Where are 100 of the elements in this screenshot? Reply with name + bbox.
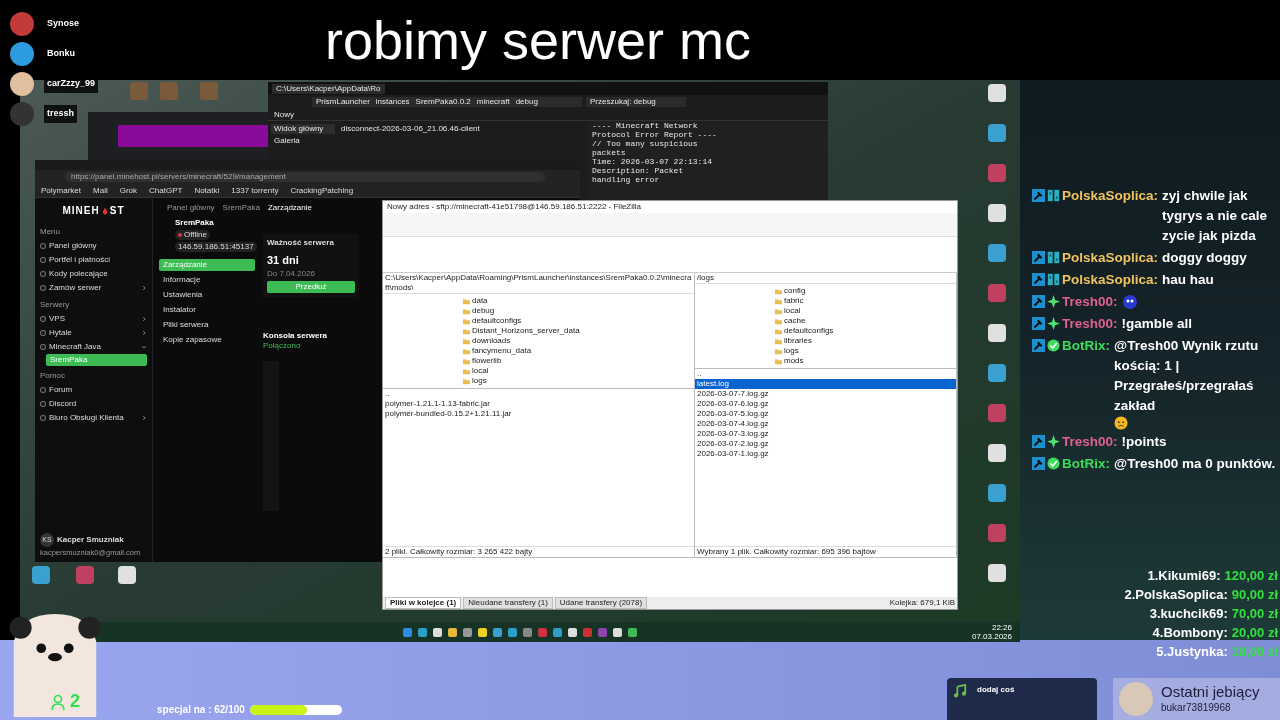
file-row[interactable]: polymer-bundled-0.15.2+1.21.11.jar (383, 409, 694, 419)
donor-name: 1.Kikumi69: (1147, 567, 1221, 585)
tree-item[interactable]: local (463, 366, 694, 376)
path-field[interactable]: /logs (695, 273, 956, 284)
tree-item[interactable]: defaultconfigs (775, 326, 956, 336)
app-icon (988, 404, 1006, 422)
file-row[interactable]: polymer-1.21.1-1.13-fabric.jar (383, 399, 694, 409)
nav-item[interactable]: Widok główny (271, 124, 335, 134)
chat-username: BotRix: (1062, 455, 1110, 473)
file-row[interactable]: 2026-03-07-6.log.gz (695, 399, 956, 409)
days-left: 31 dni (267, 254, 300, 267)
app-icon (160, 82, 178, 100)
tree-item[interactable]: data (463, 296, 694, 306)
sidebar-item[interactable]: Zamów serwer (40, 281, 147, 295)
card-title: Ważność serwera (267, 238, 335, 248)
expiry-date: Do 7.04.2026 (267, 269, 317, 279)
breadcrumb-item[interactable]: Panel główny (167, 203, 215, 213)
breadcrumb-item[interactable]: instances (375, 97, 410, 107)
server-nav-item[interactable]: Ustawienia (159, 289, 255, 301)
app-icon (988, 324, 1006, 342)
bookmark[interactable]: Grok (119, 185, 138, 196)
path-field[interactable]: C:\Users\Kacper\AppData\Roaming\PrismLauncher\instances\SremPaka0.0.2\minecraft\mods\ (383, 273, 694, 294)
bookmark[interactable]: CrackingPatching (290, 185, 354, 196)
file-row[interactable]: 2026-03-07-4.log.gz (695, 419, 956, 429)
sidebar-item[interactable]: Discord (40, 397, 147, 411)
nav-item[interactable]: Galeria (271, 136, 335, 146)
sidebar-item[interactable]: VPS (40, 312, 147, 326)
search-field[interactable]: Przeszukaj: debug (586, 97, 686, 107)
tree-item[interactable]: logs (463, 376, 694, 386)
status-text: Wybrany 1 plik. Całkowity rozmiar: 695 396 bajtów (695, 546, 956, 557)
bookmark[interactable]: Notatki (194, 185, 220, 196)
tree-item[interactable]: flowerlib (463, 356, 694, 366)
sidebar-item[interactable]: Minecraft Java (40, 340, 147, 354)
tree-item[interactable]: mods (775, 356, 956, 366)
user-name: Kacper Smuzniak (57, 535, 124, 545)
tree-item[interactable]: config (775, 286, 956, 296)
tree-item[interactable]: Distant_Horizons_server_data (463, 326, 694, 336)
breadcrumb-item[interactable]: SremPaka0.0.2 (415, 97, 471, 107)
donation-amount: 120,00 zł (1224, 567, 1278, 585)
breadcrumb-item[interactable]: minecraft (476, 97, 510, 107)
bookmark[interactable]: Polymarket (41, 185, 81, 196)
tree-item[interactable]: downloads (463, 336, 694, 346)
file-row[interactable]: 2026-03-07-7.log.gz (695, 389, 956, 399)
breadcrumb-item[interactable]: SremPaka (222, 203, 260, 213)
bookmark[interactable]: 1337 torrenty (231, 185, 279, 196)
tree-item[interactable]: debug (463, 306, 694, 316)
tab[interactable]: Pliki w kolejce (1) (385, 597, 462, 609)
tree-item[interactable]: libraries (775, 336, 956, 346)
sidebar-item[interactable]: Kody polecające (40, 267, 147, 281)
file-row[interactable]: latest.log (695, 379, 956, 389)
section-heading: Menu (40, 227, 61, 237)
clock-time: 22:26 (991, 623, 1012, 632)
file-row[interactable]: 2026-03-07-1.log.gz (695, 449, 956, 459)
app-icon (988, 164, 1006, 182)
address-bar[interactable]: https://panel.minehost.pl/servers/minecraft/529/management (65, 172, 545, 182)
app-icon (118, 566, 136, 584)
logo-text: ST (109, 206, 125, 216)
sidebar-item[interactable]: Panel główny (40, 239, 147, 253)
moderator-icon (1032, 317, 1045, 330)
console-title: Konsola serwera (263, 331, 328, 341)
tree-item[interactable]: cache (775, 316, 956, 326)
breadcrumb-item[interactable]: debug (515, 97, 538, 107)
breadcrumb-item[interactable]: Zarządzanie (267, 203, 312, 213)
avatar (1119, 682, 1153, 716)
moderator-icon (1032, 251, 1045, 264)
file-row[interactable]: 2026-03-07-2.log.gz (695, 439, 956, 449)
sidebar-item[interactable]: Biuro Obsługi Klienta (40, 411, 147, 425)
tree-item[interactable]: logs (775, 346, 956, 356)
file-row[interactable]: 2026-03-07-3.log.gz (695, 429, 956, 439)
chat-username: Tresh00: (1062, 293, 1118, 311)
server-nav-item[interactable]: Kopie zapasowe (159, 334, 255, 346)
new-button[interactable]: Nowy (274, 109, 294, 120)
tree-item[interactable]: fabric (775, 296, 956, 306)
breadcrumb-item[interactable]: PrismLauncher (316, 97, 370, 107)
music-note-icon (953, 684, 967, 698)
tab[interactable]: Nieudane transfery (1) (463, 597, 553, 609)
server-nav-item[interactable]: Instalator (159, 304, 255, 316)
file-row[interactable]: 2026-03-07-5.log.gz (695, 409, 956, 419)
tab[interactable]: Udane transfery (2078) (554, 597, 648, 609)
follower-title: Ostatni jebiący (1161, 683, 1260, 700)
donor-name: 5.Justynka: (1156, 643, 1228, 661)
chat-username: PolskaSoplica: (1062, 271, 1159, 289)
chat-text: doggy doggy (1162, 249, 1248, 267)
file-row[interactable]: .. (383, 389, 694, 399)
bookmark[interactable]: Mail (93, 185, 108, 196)
window-tab[interactable]: C:\Users\Kacper\AppData\Ro (272, 83, 385, 94)
menu-icon (40, 344, 46, 350)
tree-item[interactable]: local (775, 306, 956, 316)
sidebar-item[interactable]: Portfel i płatności (40, 253, 147, 267)
tree-item[interactable]: fancymenu_data (463, 346, 694, 356)
sidebar-item[interactable]: Hytale (40, 326, 147, 340)
tree-item[interactable]: defaultconfigs (463, 316, 694, 326)
server-nav-item[interactable]: Pliki serwera (159, 319, 255, 331)
server-nav-item[interactable]: Informacje (159, 274, 255, 286)
sidebar-item[interactable]: Forum (40, 383, 147, 397)
address-bar[interactable]: PrismLauncher instances SremPaka0.0.2 minecraft debug (312, 97, 582, 107)
bookmark[interactable]: ChatGPT (149, 185, 183, 196)
file-name[interactable]: disconnect-2026-03-06_21.06.46-client (341, 124, 480, 133)
file-row[interactable]: .. (695, 369, 956, 379)
donation-amount: 70,00 zł (1231, 605, 1278, 623)
